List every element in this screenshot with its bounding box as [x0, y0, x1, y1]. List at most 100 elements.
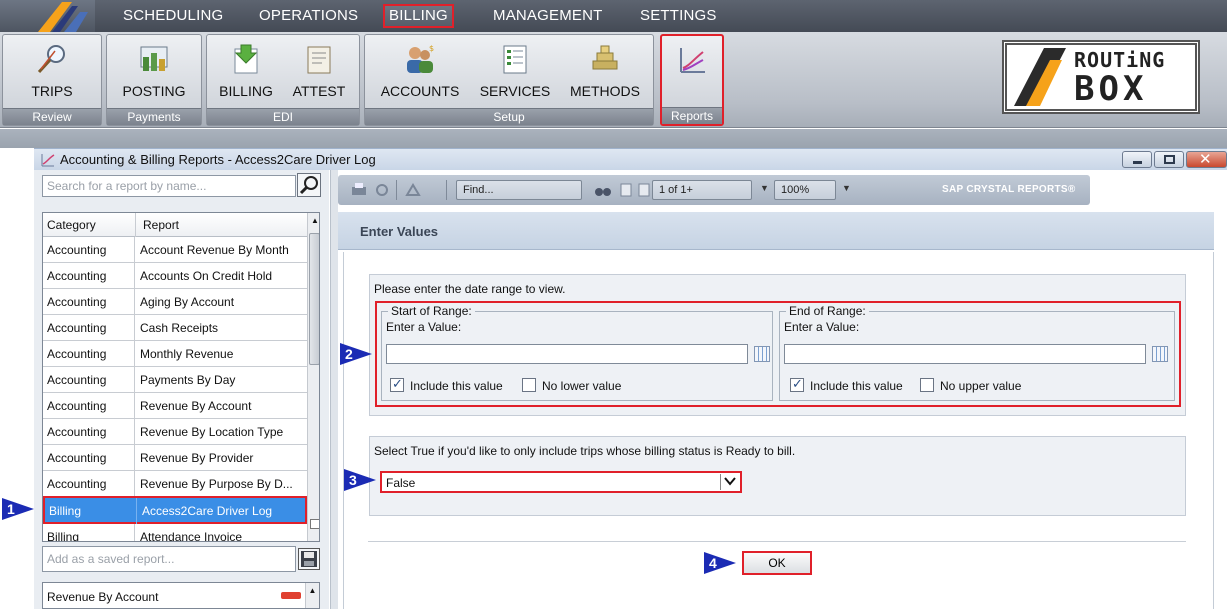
table-header: Category Report	[43, 213, 307, 237]
maximize-button[interactable]	[1154, 151, 1184, 168]
panel-splitter[interactable]	[330, 170, 338, 609]
column-divider	[135, 213, 136, 237]
search-icon	[299, 176, 318, 195]
ribbon-group-setup: $ ACCOUNTS SERVICES METHODS Setup	[364, 34, 654, 126]
reports-button[interactable]	[664, 40, 720, 104]
start-include-checkbox[interactable]	[390, 376, 404, 392]
row-category: Accounting	[43, 237, 135, 263]
posting-icon	[140, 46, 168, 71]
window-title-bar: Accounting & Billing Reports - Access2Ca…	[34, 148, 1227, 170]
saved-report-field[interactable]	[42, 546, 296, 572]
column-report[interactable]: Report	[143, 218, 179, 232]
end-calendar-icon[interactable]	[1152, 346, 1168, 362]
no-lower-value-label: No lower value	[542, 379, 622, 393]
minimize-icon	[1133, 161, 1142, 164]
table-row[interactable]: Accounting Monthly Revenue	[43, 341, 307, 367]
row-category: Accounting	[43, 315, 135, 341]
table-row-selected[interactable]: Billing Access2Care Driver Log	[43, 496, 307, 524]
enter-values-header: Enter Values	[338, 212, 1214, 250]
group-label-edi: EDI	[207, 108, 359, 125]
start-calendar-icon[interactable]	[754, 346, 770, 362]
services-label: SERVICES	[479, 83, 551, 99]
step-number: 4	[709, 555, 717, 571]
scroll-thumb[interactable]	[309, 233, 319, 365]
menu-management[interactable]: MANAGEMENT	[487, 4, 609, 28]
table-row[interactable]: Accounting Cash Receipts	[43, 315, 307, 341]
save-report-button[interactable]	[298, 548, 320, 570]
table-row[interactable]: Accounting Aging By Account	[43, 289, 307, 315]
no-lower-value-checkbox[interactable]	[522, 378, 536, 392]
row-category: Accounting	[43, 289, 135, 315]
table-row[interactable]: Accounting Account Revenue By Month	[43, 237, 307, 263]
menu-operations[interactable]: OPERATIONS	[253, 4, 364, 28]
report-search-input[interactable]	[43, 176, 295, 196]
row-report: Revenue By Purpose By D...	[140, 477, 293, 491]
saved-report-input[interactable]	[43, 547, 295, 571]
zoom-level[interactable]: 100%	[774, 180, 836, 200]
methods-label: METHODS	[570, 83, 640, 99]
page-indicator[interactable]: 1 of 1+	[652, 180, 752, 200]
saved-reports-list: Revenue By Account ▲	[42, 582, 320, 609]
table-row[interactable]: Accounting Revenue By Provider	[43, 445, 307, 471]
print-icon[interactable]	[350, 182, 368, 198]
menu-billing[interactable]: BILLING	[383, 4, 454, 28]
table-row[interactable]: Accounting Revenue By Purpose By D...	[43, 471, 307, 497]
zoom-dropdown-icon[interactable]: ▼	[842, 183, 851, 193]
trips-icon	[37, 45, 65, 74]
end-value-input[interactable]	[784, 344, 1146, 364]
row-category: Accounting	[43, 419, 135, 445]
methods-button[interactable]: METHODS	[561, 39, 649, 103]
left-margin	[0, 148, 34, 609]
menu-scheduling[interactable]: SCHEDULING	[117, 4, 229, 28]
search-button[interactable]	[297, 173, 321, 197]
accounts-button[interactable]: $ ACCOUNTS	[373, 39, 467, 103]
ok-button[interactable]: OK	[742, 551, 812, 575]
binoculars-icon[interactable]	[594, 182, 612, 198]
refresh-icon[interactable]	[374, 182, 390, 198]
prev-page-icon[interactable]	[618, 182, 634, 198]
attest-button[interactable]: ATTEST	[285, 39, 353, 103]
saved-scroll-up-icon[interactable]: ▲	[305, 583, 319, 608]
find-field[interactable]: Find...	[456, 180, 582, 200]
export-icon[interactable]	[404, 181, 422, 199]
next-page-icon[interactable]	[636, 182, 652, 198]
step-number: 1	[7, 501, 15, 517]
table-row[interactable]: Accounting Revenue By Account	[43, 393, 307, 419]
report-search-field[interactable]	[42, 175, 296, 197]
end-include-checkbox[interactable]	[790, 376, 804, 392]
billing-button[interactable]: BILLING	[213, 39, 279, 103]
minimize-button[interactable]	[1122, 151, 1152, 168]
saved-item-label[interactable]: Revenue By Account	[47, 590, 158, 604]
scroll-up-icon[interactable]: ▲	[311, 216, 319, 225]
table-scrollbar[interactable]: ▲	[307, 213, 319, 541]
trips-button[interactable]: TRIPS	[5, 39, 99, 103]
menu-settings[interactable]: SETTINGS	[634, 4, 723, 28]
table-row[interactable]: Accounting Payments By Day	[43, 367, 307, 393]
remove-saved-icon[interactable]	[281, 592, 301, 599]
crystal-reports-brand: SAP CRYSTAL REPORTS®	[942, 184, 1076, 195]
window-report-icon	[41, 154, 55, 167]
services-button[interactable]: SERVICES	[473, 39, 557, 103]
column-category[interactable]: Category	[47, 218, 96, 232]
step-marker-4: 4	[704, 552, 736, 574]
row-category: Accounting	[43, 367, 135, 393]
ready-to-bill-select[interactable]: False	[380, 471, 742, 493]
start-value-input[interactable]	[386, 344, 748, 364]
table-row[interactable]: Accounting Accounts On Credit Hold	[43, 263, 307, 289]
ribbon-group-payments: POSTING Payments	[106, 34, 202, 126]
chevron-down-icon[interactable]	[720, 474, 738, 490]
report-table: Category Report Accounting Account Revenu…	[42, 212, 320, 542]
step-marker-3: 3	[344, 469, 376, 491]
table-row[interactable]: Accounting Revenue By Location Type	[43, 419, 307, 445]
billing-icon	[234, 44, 258, 74]
close-button[interactable]: ✕	[1186, 151, 1227, 168]
page-dropdown-icon[interactable]: ▼	[760, 183, 769, 193]
row-report: Aging By Account	[140, 295, 235, 309]
table-row[interactable]: Billing Attendance Invoice	[43, 524, 307, 542]
row-report: Revenue By Provider	[140, 451, 254, 465]
posting-button[interactable]: POSTING	[109, 39, 199, 103]
no-upper-value-checkbox[interactable]	[920, 378, 934, 392]
row-report: Attendance Invoice	[140, 530, 243, 542]
row-category: Accounting	[43, 393, 135, 419]
row-category: Billing	[45, 498, 137, 524]
